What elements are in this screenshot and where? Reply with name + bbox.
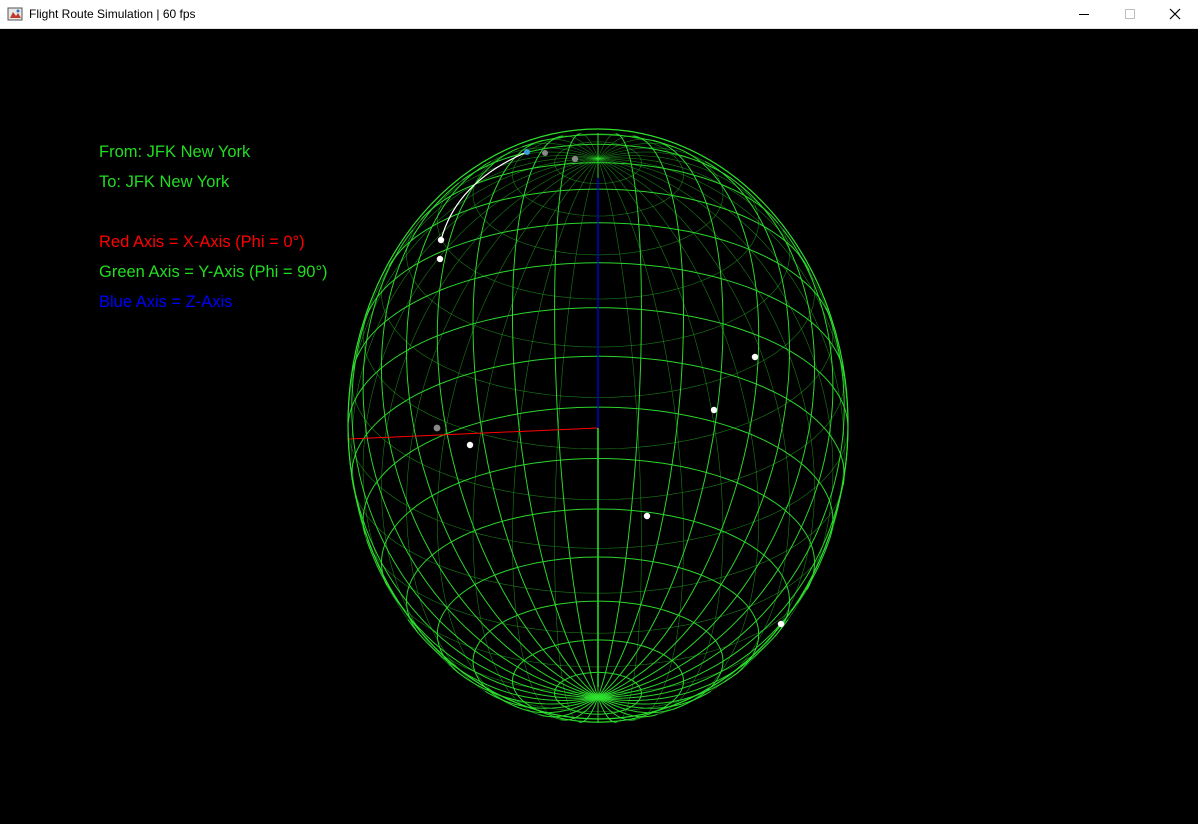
from-label: From: JFK New York <box>99 143 251 161</box>
city-marker <box>643 512 651 520</box>
city-marker <box>436 255 444 263</box>
globe-grid-line <box>597 188 810 272</box>
to-label: To: JFK New York <box>99 173 230 191</box>
globe-grid-line <box>406 158 599 692</box>
city-marker <box>542 150 548 156</box>
render-canvas[interactable]: From: JFK New York To: JFK New York Red … <box>0 29 1198 824</box>
globe-grid-line <box>472 139 599 698</box>
city-marker <box>777 620 785 628</box>
close-icon <box>1169 8 1181 20</box>
blue-axis-legend: Blue Axis = Z-Axis <box>99 293 233 311</box>
globe-grid-line <box>597 135 684 698</box>
city-marker <box>571 155 579 163</box>
plane-marker <box>524 149 530 155</box>
globe-grid-line <box>597 158 684 720</box>
maximize-button[interactable] <box>1107 0 1153 28</box>
globe-grid-line <box>597 458 816 590</box>
globe-grid-line <box>347 158 599 429</box>
window-title: Flight Route Simulation | 60 fps <box>29 7 196 21</box>
globe-grid-line <box>597 133 642 698</box>
globe-grid-line <box>597 162 779 224</box>
green-axis-legend: Green Axis = Y-Axis (Phi = 90°) <box>99 263 328 281</box>
globe-grid-line <box>420 162 599 220</box>
red-axis-legend: Red Axis = X-Axis (Phi = 0°) <box>99 233 305 251</box>
globe-grid-line <box>362 406 599 536</box>
city-marker <box>710 406 718 414</box>
application-window: Flight Route Simulation | 60 fps From: J… <box>0 0 1198 824</box>
globe-grid-line <box>554 158 599 723</box>
globe-grid-line <box>405 508 599 633</box>
globe-grid-line <box>386 585 808 668</box>
close-button[interactable] <box>1152 0 1198 28</box>
globe-grid-line <box>597 556 760 677</box>
java-app-icon <box>7 7 23 21</box>
city-marker <box>466 441 474 449</box>
globe-grid-line <box>362 158 599 620</box>
minimize-icon <box>1079 14 1089 15</box>
globe-grid-line <box>597 161 791 698</box>
title-bar[interactable]: Flight Route Simulation | 60 fps <box>0 0 1198 29</box>
globe-grid-line <box>417 632 776 694</box>
globe-grid-line <box>597 406 834 540</box>
minimize-button[interactable] <box>1061 0 1107 28</box>
globe-grid-line <box>369 157 599 308</box>
globe-grid-line <box>512 158 599 720</box>
city-marker <box>433 424 441 432</box>
maximize-icon <box>1125 9 1135 19</box>
globe-grid-line <box>366 222 599 317</box>
city-marker <box>751 353 759 361</box>
globe-grid-line <box>597 158 642 723</box>
globe-grid-line <box>597 158 834 620</box>
globe-grid-line <box>512 135 599 698</box>
city-marker <box>437 236 445 244</box>
globe-grid-line <box>597 157 827 308</box>
globe-grid-line <box>597 222 832 322</box>
globe-grid-line <box>597 139 724 698</box>
globe-grid-line <box>554 133 599 698</box>
globe-grid-line <box>597 158 790 692</box>
